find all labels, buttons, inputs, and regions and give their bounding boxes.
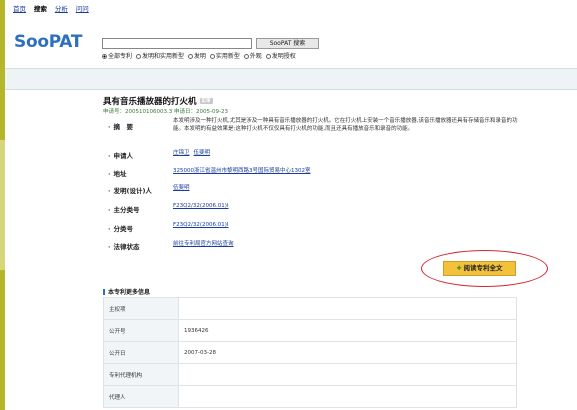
left-edge-bar-mid [0,140,5,270]
left-edge-bar-bottom [0,270,5,410]
applicant-link[interactable]: 伍斐明 [194,150,211,156]
radio-dot-icon [102,54,107,59]
status-badge: 实审 [199,98,213,104]
radio-design[interactable]: 外观 [243,53,262,60]
top-nav: 首页 搜索 分析 问问 [13,3,95,13]
field-label-main-class: · 主分类号 [108,206,140,214]
field-value-main-class: F23Q2/32(2006.01)I [173,202,233,209]
field-value-class: F23Q2/32(2006.01)I [173,221,233,228]
nav-search-link[interactable]: 搜索 [34,5,47,13]
table-row: 主权项 [103,297,517,320]
table-row: 公开日 2007-03-28 [103,341,517,364]
table-value [178,363,517,386]
read-full-text-button[interactable]: ✚ 阅读专利全文 [443,261,516,276]
soopat-logo[interactable]: SooPAT [14,32,82,52]
radio-dot-icon [265,54,271,59]
table-key: 代理人 [103,385,179,408]
radio-dot-icon [135,54,141,59]
address-link[interactable]: 325000浙江省温州市黎明西路3号国际贸易中心1302室 [173,168,311,174]
radio-invention[interactable]: 发明 [187,53,206,60]
radio-invention-granted[interactable]: 发明授权 [265,53,296,60]
field-label-address: · 地址 [108,170,127,178]
search-button[interactable]: SooPAT 搜索 [256,38,319,49]
table-value [178,385,517,408]
field-value-applicant: 庄锦卫 伍斐明 [173,148,214,156]
search-input[interactable] [102,38,252,49]
radio-dot-icon [243,54,249,59]
table-value [178,297,517,320]
nav-analysis-link[interactable]: 分析 [55,5,68,13]
heading-marker-icon [103,289,105,295]
radio-all-patents[interactable]: 全部专利 [102,53,132,60]
main-class-link[interactable]: F23Q2/32(2006.01)I [173,203,229,209]
legal-status-link[interactable]: 前往专利局官方网站查询 [173,241,234,247]
field-value-address: 325000浙江省温州市黎明西路3号国际贸易中心1302室 [173,166,315,174]
table-key: 公开日 [103,341,179,364]
radio-dot-icon [209,54,215,59]
patent-application-info: 申请号：200510106003.3 申请日：2005-09-23 [103,109,228,115]
more-info-table: 主权项 公开号 1936426 公开日 2007-03-28 专利代理机构 代理人 [103,297,517,408]
class-link[interactable]: F23Q2/32(2006.01)I [173,222,229,228]
table-key: 主权项 [103,297,179,320]
inventor-link[interactable]: 伍斐明 [173,185,190,191]
radio-utility-model[interactable]: 实用新型 [209,53,240,60]
table-value: 2007-03-28 [178,341,517,364]
abstract-text: 本发明涉及一种打火机,尤其是涉及一种具有音乐播放器的打火机。它在打火机上安装一个… [173,118,518,132]
nav-home-link[interactable]: 首页 [13,5,26,13]
radio-dot-icon [187,54,193,59]
abstract-label: · 摘 要 [108,123,133,131]
table-key: 专利代理机构 [103,363,179,386]
more-info-heading: 本专利更多信息 [103,287,150,296]
field-label-inventor: · 发明(设计)人 [108,187,152,195]
table-row: 代理人 [103,385,517,408]
table-value: 1936426 [178,319,517,342]
table-row: 公开号 1936426 [103,319,517,342]
table-key: 公开号 [103,319,179,342]
field-value-legal-status: 前往专利局官方网站查询 [173,239,238,247]
patent-type-radio-group: 全部专利 发明和实用新型 发明 实用新型 外观 发明授权 [102,51,298,60]
patent-title: 具有音乐播放器的打火机 实审 [103,97,213,107]
applicant-link[interactable]: 庄锦卫 [173,150,190,156]
field-label-class: · 分类号 [108,225,133,233]
nav-ask-link[interactable]: 问问 [76,5,89,13]
field-label-applicant: · 申请人 [108,152,133,160]
table-row: 专利代理机构 [103,363,517,386]
arrow-icon: ✚ [456,265,462,272]
radio-invention-and-utility[interactable]: 发明和实用新型 [135,53,184,60]
field-value-inventor: 伍斐明 [173,183,194,191]
field-label-legal-status: · 法律状态 [108,243,140,251]
header-band [5,68,577,90]
